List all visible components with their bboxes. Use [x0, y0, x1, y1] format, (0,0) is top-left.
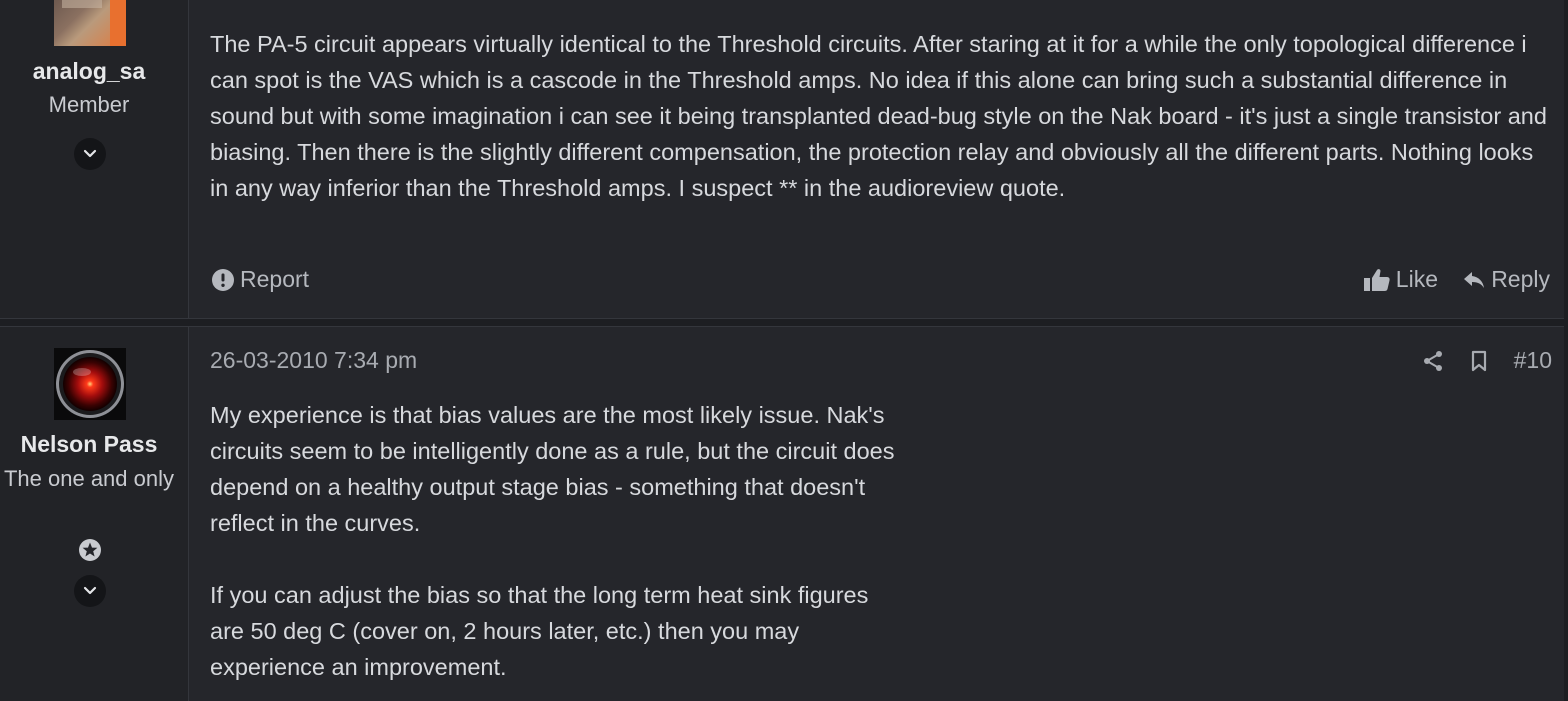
message-text: The PA-5 circuit appears virtually ident…	[210, 31, 1547, 201]
user-title: Member	[48, 92, 130, 117]
report-label: Report	[240, 266, 310, 292]
reply-button[interactable]: Reply	[1463, 266, 1550, 293]
avatar[interactable]	[54, 0, 126, 46]
star-badge-icon	[79, 539, 101, 561]
reply-label: Reply	[1491, 266, 1550, 292]
share-icon[interactable]	[1422, 350, 1444, 372]
like-button[interactable]: Like	[1363, 266, 1438, 293]
exclamation-circle-icon	[212, 268, 234, 291]
message-paragraph: If you can adjust the bias so that the l…	[210, 582, 869, 680]
username[interactable]: Nelson Pass	[0, 431, 178, 458]
post-actions: Report Like Reply	[210, 266, 1550, 302]
chevron-down-icon	[83, 586, 97, 595]
post-10: Nelson Pass The one and only 26-03-2010 …	[0, 326, 1564, 701]
user-title: The one and only	[3, 466, 175, 491]
reply-arrow-icon	[1464, 271, 1485, 288]
message-paragraph: My experience is that bias values are th…	[210, 402, 895, 536]
user-expand-button[interactable]	[74, 138, 106, 170]
post-date[interactable]: 26-03-2010 7:34 pm	[210, 347, 417, 374]
chevron-down-icon	[83, 149, 97, 158]
post-number[interactable]: #10	[1514, 347, 1552, 374]
username[interactable]: analog_sa	[0, 58, 178, 85]
post-tools: #10	[1422, 347, 1552, 374]
avatar[interactable]	[54, 348, 126, 420]
hal-eye-icon	[56, 350, 124, 418]
post-message: The PA-5 circuit appears virtually ident…	[210, 26, 1550, 206]
like-label: Like	[1395, 266, 1438, 292]
thumbs-up-icon	[1363, 268, 1390, 291]
bookmark-icon[interactable]	[1470, 350, 1488, 372]
post-9: analog_sa Member The PA-5 circuit appear…	[0, 0, 1564, 319]
post-message: My experience is that bias values are th…	[210, 397, 900, 685]
post-user-sidebar: analog_sa Member	[0, 0, 189, 318]
report-button[interactable]: Report	[212, 266, 309, 293]
user-expand-button[interactable]	[74, 575, 106, 607]
post-user-sidebar: Nelson Pass The one and only	[0, 327, 189, 701]
